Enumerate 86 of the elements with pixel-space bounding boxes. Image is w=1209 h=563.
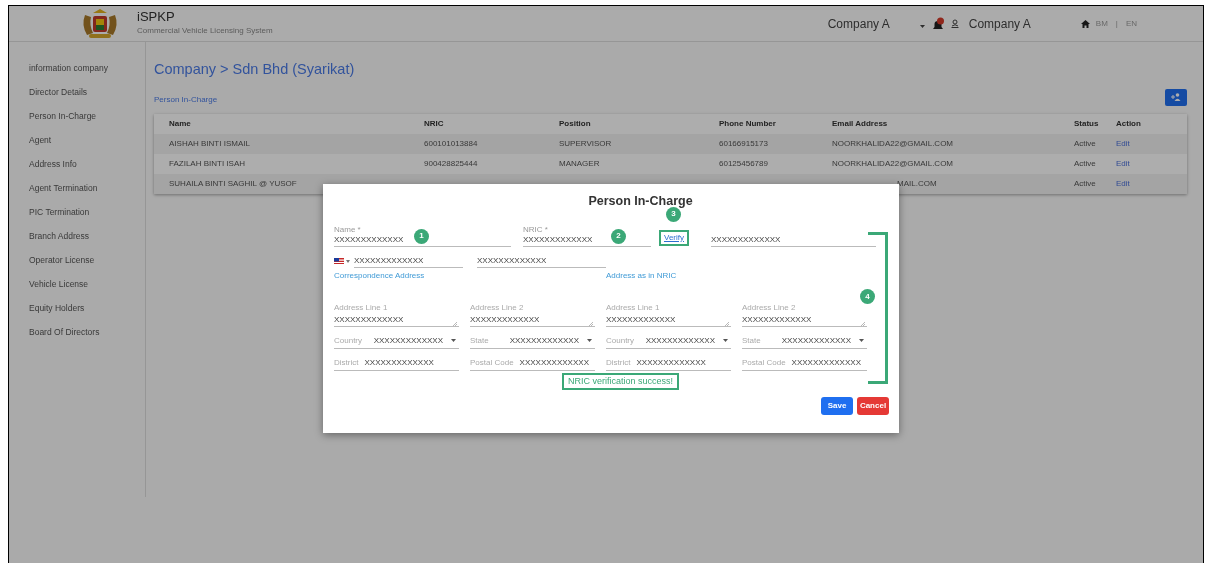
column-header: Phone Number bbox=[704, 113, 817, 134]
column-header: NRIC bbox=[409, 113, 544, 134]
notification-bell-icon[interactable] bbox=[930, 16, 945, 31]
select-field[interactable]: State XXXXXXXXXXXXX bbox=[470, 333, 595, 349]
save-button[interactable]: Save bbox=[821, 397, 853, 416]
column-header: Name bbox=[154, 113, 409, 134]
sidebar-item[interactable]: Vehicle License bbox=[9, 278, 145, 302]
flag-icon bbox=[334, 258, 344, 265]
column-header: Email Address bbox=[817, 113, 1059, 134]
caret-icon bbox=[723, 339, 728, 343]
edit-link[interactable]: Edit bbox=[1116, 138, 1130, 148]
table-cell: FAZILAH BINTI ISAH bbox=[169, 158, 245, 168]
caret-icon bbox=[859, 339, 864, 343]
table-cell: NOORKHALIDA22@GMAIL.COM bbox=[832, 158, 954, 168]
sidebar-item[interactable]: Board Of Directors bbox=[9, 326, 145, 350]
column-header: Position bbox=[544, 113, 704, 134]
column-header: Action bbox=[1101, 113, 1187, 134]
table-cell: 60166915173 bbox=[719, 138, 768, 148]
resize-grip-icon bbox=[453, 321, 457, 326]
sidebar-item[interactable]: Equity Holders bbox=[9, 302, 145, 326]
resize-grip-icon bbox=[725, 321, 729, 326]
step-marker: 2 bbox=[611, 228, 626, 244]
verify-link[interactable]: Verify bbox=[659, 229, 689, 246]
home-icon[interactable] bbox=[1080, 19, 1090, 28]
sidebar-item[interactable]: Agent Termination bbox=[9, 182, 145, 206]
resize-grip-icon bbox=[861, 321, 865, 326]
column-header: Status bbox=[1059, 113, 1101, 134]
field-label: NRIC * bbox=[523, 224, 549, 234]
app-title: iSPKP bbox=[137, 10, 176, 23]
section-link[interactable]: Person In-Charge bbox=[154, 93, 218, 106]
table-cell: SUHAILA BINTI SAGHIL @ YUSOF bbox=[169, 178, 297, 188]
sidebar-item[interactable]: Operator License bbox=[9, 254, 145, 278]
table-cell: Active bbox=[1074, 138, 1096, 148]
address-link[interactable]: Correspondence Address bbox=[334, 269, 606, 282]
input-field[interactable]: Postal Code XXXXXXXXXXXXX bbox=[742, 355, 867, 371]
table-cell: SUPERVISOR bbox=[559, 138, 612, 148]
input-field[interactable]: District XXXXXXXXXXXXX bbox=[606, 355, 731, 371]
text-area[interactable]: Address Line 1 XXXXXXXXXXXXX bbox=[334, 301, 459, 327]
sidebar-item[interactable]: Agent bbox=[9, 134, 145, 158]
input-field[interactable]: XXXXXXXXXXXXX bbox=[477, 254, 606, 268]
caret-icon bbox=[587, 339, 592, 343]
edit-link[interactable]: Edit bbox=[1116, 158, 1130, 168]
input-field[interactable]: XXXXXXXXXXXXX bbox=[711, 233, 876, 247]
cancel-button[interactable]: Cancel bbox=[857, 397, 889, 416]
resize-grip-icon bbox=[589, 321, 593, 326]
table-cell: MANAGER bbox=[559, 158, 600, 168]
select-field[interactable]: Country XXXXXXXXXXXXX bbox=[334, 333, 459, 349]
caret-icon[interactable] bbox=[346, 259, 350, 263]
company-name: Company A bbox=[827, 15, 890, 33]
add-person-button[interactable] bbox=[1165, 88, 1187, 106]
text-area[interactable]: Address Line 1 XXXXXXXXXXXXX bbox=[606, 301, 731, 327]
sidebar-item[interactable]: Address Info bbox=[9, 158, 145, 182]
caret-icon bbox=[451, 339, 456, 343]
breadcrumb: Company > Sdn Bhd (Syarikat) bbox=[154, 60, 356, 79]
edit-link[interactable]: Edit bbox=[1116, 178, 1130, 188]
text-area[interactable]: Address Line 2 XXXXXXXXXXXXX bbox=[742, 301, 867, 327]
text-area[interactable]: Address Line 2 XXXXXXXXXXXXX bbox=[470, 301, 595, 327]
select-field[interactable]: Country XXXXXXXXXXXXX bbox=[606, 333, 731, 349]
table-cell: MAIL.COM bbox=[897, 178, 937, 188]
sidebar-item[interactable]: Director Details bbox=[9, 86, 145, 110]
add-person-icon bbox=[1171, 93, 1181, 102]
input-field[interactable]: Postal Code XXXXXXXXXXXXX bbox=[470, 355, 595, 371]
address-link[interactable]: Address as in NRIC bbox=[606, 269, 878, 282]
table-cell: NOORKHALIDA22@GMAIL.COM bbox=[832, 138, 954, 148]
table-cell: Active bbox=[1074, 178, 1096, 188]
sidebar-item[interactable]: Person In-Charge bbox=[9, 110, 145, 134]
table-cell: Active bbox=[1074, 158, 1096, 168]
field-label: Name * bbox=[334, 224, 362, 234]
sidebar-item[interactable]: information company bbox=[9, 62, 145, 86]
table-cell: AISHAH BINTI ISMAIL bbox=[169, 138, 250, 148]
sidebar-item[interactable]: Branch Address bbox=[9, 230, 145, 254]
app-subtitle: Commercial Vehicle Licensing System bbox=[137, 25, 273, 37]
table-cell: 60125456789 bbox=[719, 158, 768, 168]
caret-icon[interactable] bbox=[919, 25, 925, 28]
input-field[interactable]: District XXXXXXXXXXXXX bbox=[334, 355, 459, 371]
sidebar-item[interactable]: PIC Termination bbox=[9, 206, 145, 230]
select-field[interactable]: State XXXXXXXXXXXXX bbox=[742, 333, 867, 349]
user-name[interactable]: Company A bbox=[968, 14, 1031, 33]
step-marker: 1 bbox=[414, 228, 429, 244]
phone-field[interactable]: XXXXXXXXXXXXX bbox=[354, 254, 463, 268]
table-cell: 900428825444 bbox=[424, 158, 478, 168]
separator: | bbox=[1115, 17, 1118, 30]
success-message: NRIC verification success! bbox=[562, 372, 679, 391]
user-icon[interactable] bbox=[950, 19, 959, 28]
step-marker: 4 bbox=[860, 289, 875, 304]
table-cell: 600101013884 bbox=[424, 138, 478, 148]
